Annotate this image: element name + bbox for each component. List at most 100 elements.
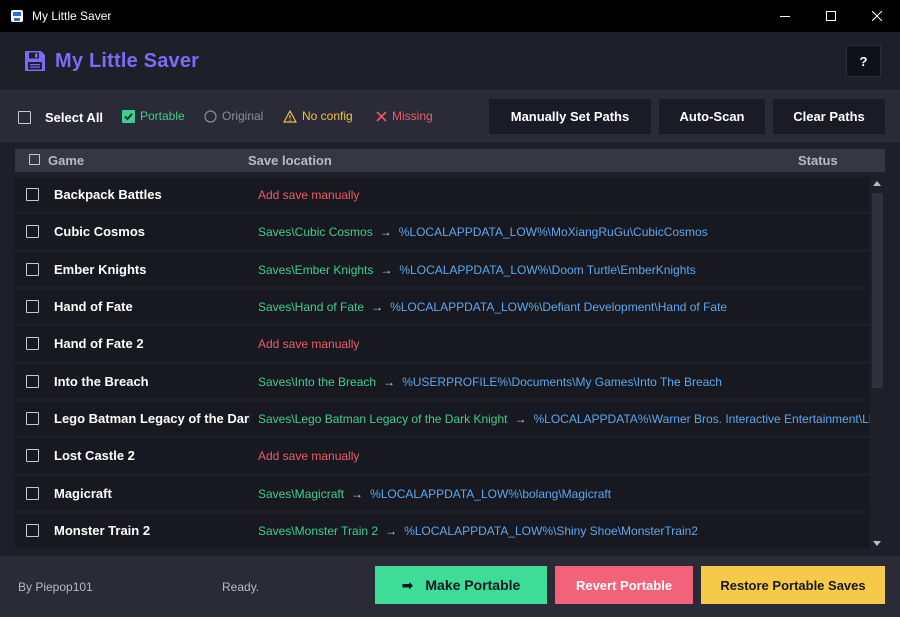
legend-portable-label: Portable <box>140 109 185 123</box>
game-name: Lost Castle 2 <box>54 448 135 463</box>
original-path: %LOCALAPPDATA_LOW%\bolang\Magicraft <box>370 487 612 501</box>
restore-portable-saves-button[interactable]: Restore Portable Saves <box>701 566 885 604</box>
auto-scan-button[interactable]: Auto-Scan <box>659 99 765 134</box>
game-list: Backpack Battles Add save manually Cubic… <box>15 177 870 550</box>
original-path: %LOCALAPPDATA_LOW%\Defiant Development\H… <box>390 300 728 314</box>
add-save-manually-link[interactable]: Add save manually <box>258 337 359 351</box>
game-name: Lego Batman Legacy of the Dark Knight <box>54 411 250 426</box>
maximize-button[interactable] <box>808 0 854 32</box>
table-row[interactable]: Backpack Battles Add save manually <box>15 177 870 212</box>
help-button[interactable]: ? <box>846 45 881 77</box>
list-scrollbar[interactable] <box>870 177 885 550</box>
portable-path: Saves\Into the Breach <box>258 375 377 389</box>
clear-paths-button[interactable]: Clear Paths <box>773 99 885 134</box>
arrow-right-icon: ➡ <box>401 576 414 593</box>
original-path: %USERPROFILE%\Documents\My Games\Into Th… <box>402 375 722 389</box>
table-row[interactable]: Lost Castle 2 Add save manually <box>15 438 870 473</box>
table-row[interactable]: Ember Knights Saves\Ember Knights → %LOCAL… <box>15 252 870 287</box>
table-row[interactable]: Lego Batman Legacy of the Dark Knight Sa… <box>15 401 870 436</box>
row-checkbox[interactable] <box>26 337 39 350</box>
original-path: %LOCALAPPDATA_LOW%\Shiny Shoe\MonsterTra… <box>404 524 698 538</box>
minimize-icon <box>780 16 790 17</box>
warning-icon <box>283 109 297 123</box>
legend-original: Original <box>204 109 263 123</box>
select-all-box[interactable] <box>18 111 31 124</box>
portable-path: Saves\Lego Batman Legacy of the Dark Kni… <box>258 412 508 426</box>
make-portable-label: Make Portable <box>425 577 521 593</box>
legend-portable: Portable <box>122 109 185 123</box>
game-name: Monster Train 2 <box>54 523 151 538</box>
portable-path: Saves\Cubic Cosmos <box>258 225 373 239</box>
table-header: Game Save location Status <box>15 149 885 172</box>
add-save-manually-link[interactable]: Add save manually <box>258 449 359 463</box>
game-name: Magicraft <box>54 486 112 501</box>
add-save-manually-link[interactable]: Add save manually <box>258 188 359 202</box>
row-checkbox[interactable] <box>26 263 39 276</box>
scrollbar-thumb[interactable] <box>872 193 883 388</box>
x-mark-icon <box>376 110 387 122</box>
row-checkbox[interactable] <box>26 412 39 425</box>
original-path: %LOCALAPPDATA_LOW%\Doom Turtle\EmberKnig… <box>399 263 696 277</box>
game-name: Hand of Fate <box>54 299 133 314</box>
row-checkbox[interactable] <box>26 188 39 201</box>
row-checkbox[interactable] <box>26 225 39 238</box>
column-game[interactable]: Game <box>48 153 84 168</box>
save-location: Saves\Cubic Cosmos → %LOCALAPPDATA_LOW%\Mo… <box>258 225 708 239</box>
table-row[interactable]: Hand of Fate Saves\Hand of Fate → %LOCALAP… <box>15 289 870 324</box>
row-checkbox[interactable] <box>26 300 39 313</box>
app-icon <box>11 10 23 22</box>
legend-no-config: No config <box>283 109 353 123</box>
original-path: %LOCALAPPDATA%\Warner Bros. Interactive … <box>533 412 871 426</box>
author-credit: By Piepop101 <box>18 580 93 594</box>
legend-missing: Missing <box>376 109 433 123</box>
row-checkbox[interactable] <box>26 487 39 500</box>
status-text: Ready. <box>222 580 260 594</box>
arrow-right-icon: → <box>371 300 384 314</box>
close-window-button[interactable] <box>854 0 900 32</box>
row-checkbox[interactable] <box>26 524 39 537</box>
save-location: Saves\Hand of Fate → %LOCALAPPDATA_LOW%\De… <box>258 300 727 314</box>
portable-path: Saves\Monster Train 2 <box>258 524 379 538</box>
arrow-right-icon: → <box>514 412 527 426</box>
arrow-right-icon: → <box>379 225 392 239</box>
save-location: Saves\Monster Train 2 → %LOCALAPPDATA_LOW%… <box>258 524 698 538</box>
check-box-icon <box>122 109 135 123</box>
table-row[interactable]: Into the Breach Saves\Into the Breach → %U… <box>15 364 870 399</box>
game-name: Backpack Battles <box>54 187 162 202</box>
row-checkbox[interactable] <box>26 375 39 388</box>
save-location: Saves\Ember Knights → %LOCALAPPDATA_LOW%\D… <box>258 263 696 277</box>
game-name: Into the Breach <box>54 374 149 389</box>
save-location: Saves\Into the Breach → %USERPROFILE%\Docu… <box>258 375 722 389</box>
arrow-right-icon: → <box>351 487 364 501</box>
maximize-icon <box>826 11 836 21</box>
column-status[interactable]: Status <box>798 153 838 168</box>
app-title: My Little Saver <box>55 50 200 72</box>
column-save-location[interactable]: Save location <box>248 153 332 168</box>
arrow-right-icon: → <box>383 375 396 389</box>
select-all-checkbox[interactable]: Select All <box>18 110 103 125</box>
row-checkbox[interactable] <box>26 449 39 462</box>
manually-set-paths-button[interactable]: Manually Set Paths <box>489 99 651 134</box>
arrow-right-icon: → <box>385 524 398 538</box>
make-portable-button[interactable]: ➡ Make Portable <box>375 566 547 604</box>
window-title: My Little Saver <box>32 9 112 23</box>
legend-missing-label: Missing <box>392 109 433 123</box>
header-checkbox[interactable] <box>29 154 40 165</box>
table-row[interactable]: Cubic Cosmos Saves\Cubic Cosmos → %LOCALAP… <box>15 214 870 249</box>
game-name: Ember Knights <box>54 262 147 277</box>
table-row[interactable]: Monster Train 2 Saves\Monster Train 2 → %L… <box>15 513 870 548</box>
original-path: %LOCALAPPDATA_LOW%\MoXiangRuGu\CubicCosm… <box>398 225 708 239</box>
app-header: My Little Saver <box>0 32 900 90</box>
save-location: Add save manually <box>258 337 359 351</box>
minimize-button[interactable] <box>762 0 808 32</box>
scroll-down-icon[interactable] <box>873 541 881 546</box>
table-row[interactable]: Hand of Fate 2 Add save manually <box>15 326 870 361</box>
title-bar: My Little Saver <box>0 0 900 32</box>
legend-no-config-label: No config <box>302 109 353 123</box>
portable-path: Saves\Ember Knights <box>258 263 374 277</box>
table-row[interactable]: Magicraft Saves\Magicraft → %LOCALAPPDATA_… <box>15 476 870 511</box>
floppy-disk-icon <box>25 51 45 71</box>
legend-original-label: Original <box>222 109 264 123</box>
revert-portable-button[interactable]: Revert Portable <box>555 566 693 604</box>
scroll-up-icon[interactable] <box>873 181 881 186</box>
